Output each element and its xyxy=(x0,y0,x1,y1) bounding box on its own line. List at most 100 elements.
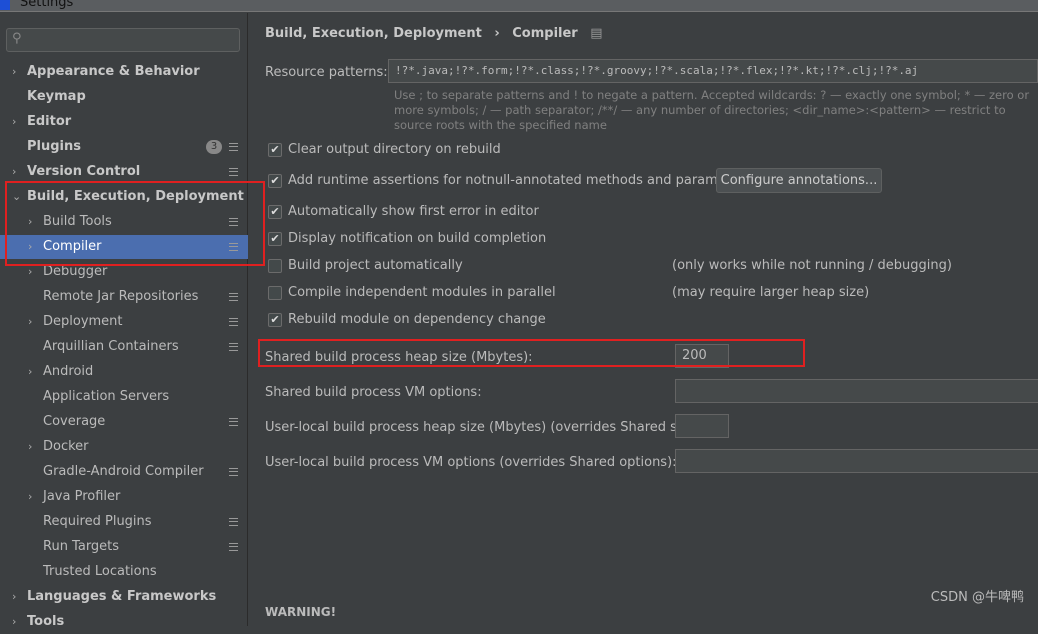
sidebar-item-label: Tools xyxy=(27,614,65,629)
chevron-right-icon[interactable]: › xyxy=(12,585,16,609)
checkbox[interactable]: ✔ xyxy=(268,232,282,246)
sidebar-item[interactable]: Run Targets xyxy=(0,535,248,559)
sidebar-item[interactable]: Gradle-Android Compiler xyxy=(0,460,248,484)
sidebar-item-label: Keymap xyxy=(27,89,86,104)
checkbox-label[interactable]: Add runtime assertions for notnull-annot… xyxy=(288,173,751,188)
title-bar: Settings xyxy=(0,0,1038,12)
search-icon: ⚲ xyxy=(12,31,22,46)
sidebar-item-label: Remote Jar Repositories xyxy=(43,289,199,304)
sidebar-item-label: Build Tools xyxy=(43,214,112,229)
chevron-right-icon[interactable]: › xyxy=(28,435,32,459)
sidebar-item[interactable]: › Deployment xyxy=(0,310,248,334)
chevron-right-icon[interactable]: › xyxy=(28,310,32,334)
sidebar-item-label: Android xyxy=(43,364,94,379)
sidebar-item[interactable]: Trusted Locations xyxy=(0,560,248,584)
chevron-right-icon[interactable]: › xyxy=(12,60,16,84)
sidebar: ⚲ › Appearance & Behavior Keymap › Editor Plu… xyxy=(0,13,248,629)
field-input[interactable] xyxy=(675,379,1038,403)
breadcrumb-separator: › xyxy=(494,26,500,41)
watermark: CSDN @牛啤鸭 xyxy=(930,590,1024,605)
checkbox-label[interactable]: Display notification on build completion xyxy=(288,231,546,246)
sidebar-item-label: Deployment xyxy=(43,314,123,329)
field-input[interactable]: 200 xyxy=(675,344,729,368)
main-panel: Build, Execution, Deployment › Compiler … xyxy=(249,13,1038,626)
checkbox-label[interactable]: Clear output directory on rebuild xyxy=(288,142,501,157)
breadcrumb-current: Compiler xyxy=(512,26,578,41)
chevron-right-icon[interactable]: › xyxy=(12,610,16,634)
sidebar-item-label: Coverage xyxy=(43,414,106,429)
field-label: Shared build process VM options: xyxy=(265,385,482,400)
sidebar-item[interactable]: Keymap xyxy=(0,85,248,109)
field-input[interactable] xyxy=(675,449,1038,473)
checkbox-label[interactable]: Compile independent modules in parallel xyxy=(288,285,556,300)
chevron-right-icon[interactable]: › xyxy=(28,485,32,509)
chevron-right-icon[interactable]: › xyxy=(28,260,32,284)
field-input[interactable] xyxy=(675,414,729,438)
resource-patterns-hint: Use ; to separate patterns and ! to nega… xyxy=(394,88,1030,132)
project-level-icon xyxy=(229,218,238,226)
checkbox[interactable]: ✔ xyxy=(268,174,282,188)
sidebar-item-label: Java Profiler xyxy=(43,489,121,504)
chevron-right-icon[interactable]: › xyxy=(12,160,16,184)
sidebar-item[interactable]: ⌄ Build, Execution, Deployment xyxy=(0,185,248,209)
sidebar-item[interactable]: › Debugger xyxy=(0,260,248,284)
warning-heading: WARNING! xyxy=(265,605,337,619)
configure-annotations-button[interactable]: Configure annotations... xyxy=(716,168,882,193)
sidebar-item[interactable]: › Languages & Frameworks xyxy=(0,585,248,609)
field-label: User-local build process heap size (Mbyt… xyxy=(265,420,705,435)
sidebar-item[interactable]: › Appearance & Behavior xyxy=(0,60,248,84)
app-icon xyxy=(0,0,10,10)
checkbox[interactable]: ✔ xyxy=(268,143,282,157)
sidebar-item[interactable]: › Docker xyxy=(0,435,248,459)
sidebar-item-label: Languages & Frameworks xyxy=(27,589,217,604)
checkbox[interactable]: ✔ xyxy=(268,313,282,327)
resource-patterns-input[interactable]: !?*.java;!?*.form;!?*.class;!?*.groovy;!… xyxy=(388,59,1038,83)
field-label: User-local build process VM options (ove… xyxy=(265,455,677,470)
sidebar-item[interactable]: › Tools xyxy=(0,610,248,634)
window-title: Settings xyxy=(20,0,74,10)
sidebar-item-label: Debugger xyxy=(43,264,108,279)
sidebar-item-label: Docker xyxy=(43,439,89,454)
sidebar-item-label: Version Control xyxy=(27,164,141,179)
checkbox[interactable] xyxy=(268,286,282,300)
sidebar-item[interactable]: Application Servers xyxy=(0,385,248,409)
project-level-icon xyxy=(229,468,238,476)
sidebar-item[interactable]: › Java Profiler xyxy=(0,485,248,509)
sidebar-item-label: Application Servers xyxy=(43,389,170,404)
project-level-icon xyxy=(229,143,238,151)
checkbox-label[interactable]: Automatically show first error in editor xyxy=(288,204,539,219)
checkbox-label[interactable]: Build project automatically xyxy=(288,258,463,273)
checkbox[interactable]: ✔ xyxy=(268,205,282,219)
sidebar-item[interactable]: › Version Control xyxy=(0,160,248,184)
sidebar-item-label: Editor xyxy=(27,114,72,129)
project-level-icon xyxy=(229,343,238,351)
sidebar-item-label: Arquillian Containers xyxy=(43,339,179,354)
sidebar-item[interactable]: Plugins 3 xyxy=(0,135,248,159)
sidebar-item-label: Compiler xyxy=(43,239,102,254)
chevron-right-icon[interactable]: › xyxy=(28,360,32,384)
sidebar-item[interactable]: Arquillian Containers xyxy=(0,335,248,359)
project-level-icon xyxy=(229,543,238,551)
project-level-icon xyxy=(229,418,238,426)
project-level-icon xyxy=(229,518,238,526)
search-input[interactable]: ⚲ xyxy=(6,28,240,52)
sidebar-item[interactable]: › Build Tools xyxy=(0,210,248,234)
chevron-down-icon[interactable]: ⌄ xyxy=(12,185,21,209)
sidebar-item[interactable]: › Compiler xyxy=(0,235,248,259)
chevron-right-icon[interactable]: › xyxy=(12,110,16,134)
breadcrumb-parent[interactable]: Build, Execution, Deployment xyxy=(265,26,482,41)
project-level-icon xyxy=(229,318,238,326)
chevron-right-icon[interactable]: › xyxy=(28,235,32,259)
sidebar-item[interactable]: › Editor xyxy=(0,110,248,134)
project-settings-icon: ▤ xyxy=(590,26,603,41)
chevron-right-icon[interactable]: › xyxy=(28,210,32,234)
checkbox-label[interactable]: Rebuild module on dependency change xyxy=(288,312,546,327)
sidebar-item[interactable]: Remote Jar Repositories xyxy=(0,285,248,309)
sidebar-item[interactable]: Required Plugins xyxy=(0,510,248,534)
checkbox[interactable] xyxy=(268,259,282,273)
sidebar-item-label: Plugins xyxy=(27,139,81,154)
sidebar-item[interactable]: Coverage xyxy=(0,410,248,434)
sidebar-item[interactable]: › Android xyxy=(0,360,248,384)
sidebar-item-label: Appearance & Behavior xyxy=(27,64,200,79)
breadcrumb: Build, Execution, Deployment › Compiler … xyxy=(265,26,611,41)
